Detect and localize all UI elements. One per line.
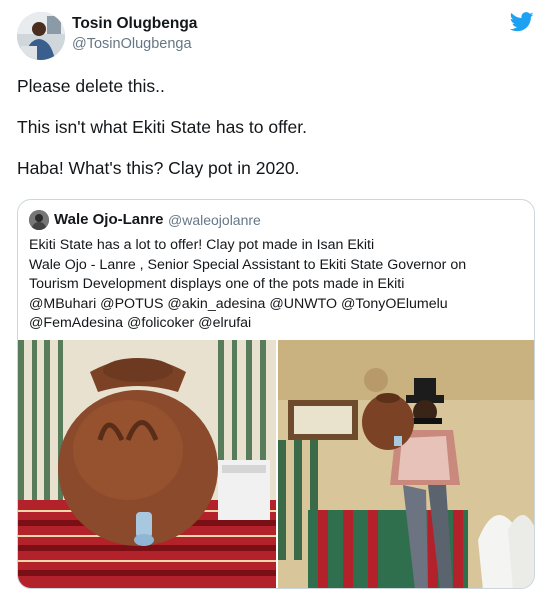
tweet-line: Please delete this.. — [17, 76, 165, 96]
tweet-card: Tosin Olugbenga @TosinOlugbenga Please d… — [0, 0, 550, 596]
quoted-tweet[interactable]: Wale Ojo-Lanre @waleojolanre Ekiti State… — [17, 199, 535, 589]
tweet-line: Haba! What's this? Clay pot in 2020. — [17, 158, 300, 178]
quoted-author-avatar — [29, 210, 49, 230]
quoted-line: Tourism Development displays one of the … — [29, 276, 405, 292]
quoted-tweet-text: Ekiti State has a lot to offer! Clay pot… — [29, 236, 529, 334]
tweet-text: Please delete this.. This isn't what Eki… — [17, 74, 532, 197]
quoted-line: Ekiti State has a lot to offer! Clay pot… — [29, 237, 375, 253]
quoted-line: @FemAdesina @folicoker @elrufai — [29, 315, 252, 331]
quoted-line: @MBuhari @POTUS @akin_adesina @UNWTO @To… — [29, 295, 448, 312]
author-avatar[interactable] — [17, 12, 65, 60]
quoted-author-handle: @waleojolanre — [168, 212, 261, 228]
tweet-line: This isn't what Ekiti State has to offer… — [17, 117, 307, 137]
twitter-bird-icon[interactable] — [510, 12, 534, 32]
photo-man-with-pot[interactable] — [278, 340, 534, 588]
author-name[interactable]: Tosin Olugbenga — [72, 15, 197, 33]
quoted-author-name: Wale Ojo-Lanre — [54, 211, 164, 228]
quoted-line: Wale Ojo - Lanre , Senior Special Assist… — [29, 256, 467, 273]
author-handle[interactable]: @TosinOlugbenga — [72, 36, 192, 52]
media-grid — [18, 340, 534, 588]
photo-clay-pot[interactable] — [18, 340, 276, 588]
